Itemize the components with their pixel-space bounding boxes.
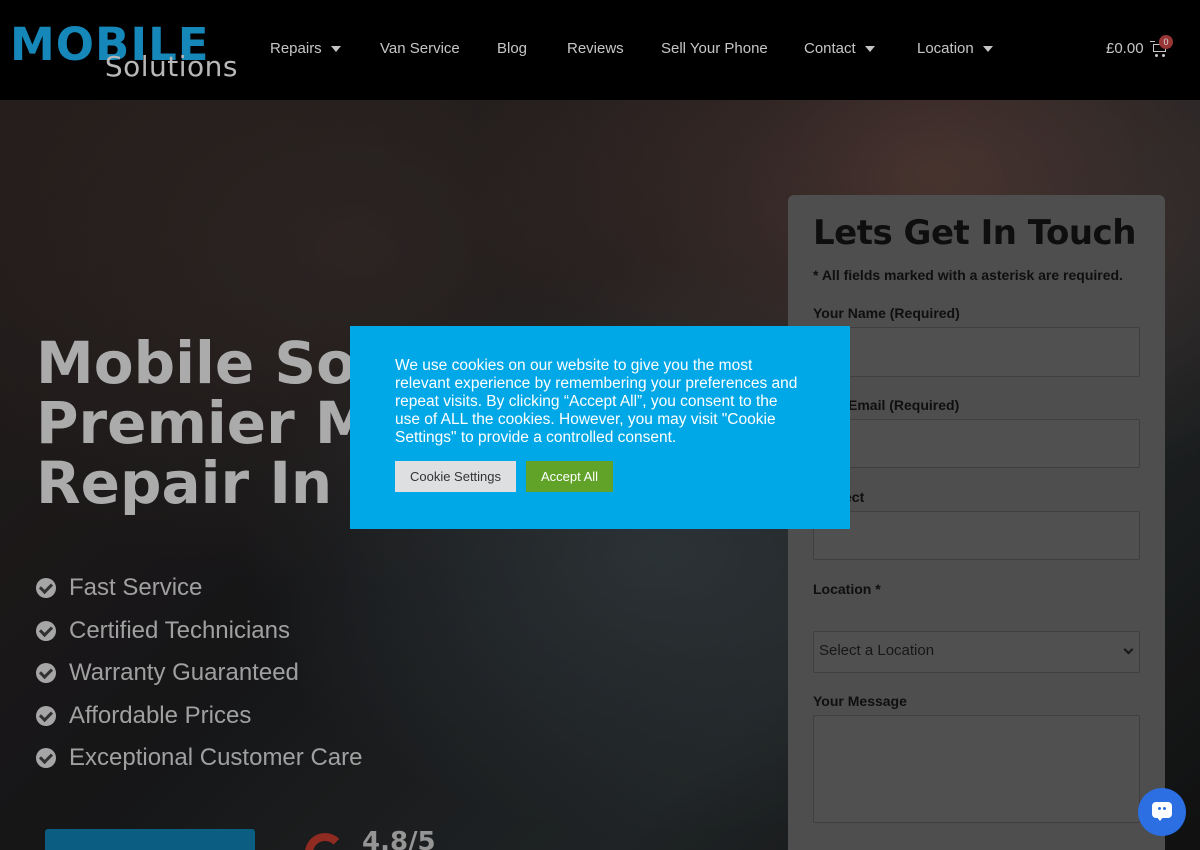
feature-item: Affordable Prices: [36, 700, 362, 743]
form-required-note: * All fields marked with a asterisk are …: [813, 267, 1123, 283]
cookie-text: We use cookies on our website to give yo…: [395, 357, 798, 446]
check-circle-icon: [36, 748, 56, 768]
feature-item: Certified Technicians: [36, 615, 362, 658]
cookie-settings-button[interactable]: Cookie Settings: [395, 461, 516, 492]
nav-label: Reviews: [567, 40, 624, 57]
nav-repairs[interactable]: Repairs: [270, 40, 341, 57]
feature-text: Exceptional Customer Care: [69, 744, 363, 771]
nav-van-service[interactable]: Van Service: [380, 40, 460, 57]
feature-text: Fast Service: [69, 574, 203, 601]
nav-label: Contact: [804, 40, 856, 57]
nav-label: Repairs: [270, 40, 322, 57]
feature-item: Fast Service: [36, 572, 362, 615]
nav-label: Van Service: [380, 40, 460, 57]
check-circle-icon: [36, 705, 56, 726]
location-select[interactable]: Select a Location: [813, 631, 1140, 673]
message-field[interactable]: [813, 715, 1140, 823]
nav-label: Location: [917, 40, 974, 57]
name-field[interactable]: [813, 327, 1140, 377]
feature-list: Fast Service Certified Technicians Warra…: [36, 572, 362, 785]
nav-reviews[interactable]: Reviews: [567, 40, 624, 57]
nav-location[interactable]: Location: [917, 40, 993, 57]
cta-button[interactable]: [45, 829, 255, 850]
subject-field[interactable]: [813, 511, 1140, 560]
nav-blog[interactable]: Blog: [497, 40, 527, 57]
form-title: Lets Get In Touch: [813, 213, 1136, 253]
feature-text: Warranty Guaranteed: [69, 659, 299, 686]
location-label: Location *: [813, 581, 881, 597]
email-label: Email (Required): [848, 397, 960, 413]
nav-label: Sell Your Phone: [661, 40, 768, 57]
feature-item: Exceptional Customer Care: [36, 742, 362, 785]
site-header: MOBILE Solutions Repairs Van Service Blo…: [0, 0, 1200, 100]
google-rating: 4.8/5: [362, 827, 436, 850]
logo-subtitle: Solutions: [104, 50, 238, 83]
check-circle-icon: [36, 620, 56, 641]
chat-widget-button[interactable]: [1138, 788, 1186, 836]
check-circle-icon: [36, 663, 56, 683]
chevron-down-icon: [864, 45, 875, 52]
email-field[interactable]: [813, 419, 1140, 468]
feature-text: Certified Technicians: [69, 616, 291, 644]
cart-total: £0.00: [1106, 40, 1144, 57]
feature-item: Warranty Guaranteed: [36, 657, 362, 700]
check-circle-icon: [36, 578, 56, 598]
nav-label: Blog: [497, 40, 528, 57]
chat-icon: [1152, 802, 1172, 821]
chevron-down-icon: [330, 45, 341, 52]
chevron-down-icon: [1123, 644, 1134, 655]
name-label: Your Name (Required): [813, 305, 960, 321]
cart-count-badge: 0: [1159, 35, 1173, 49]
google-icon: [305, 833, 345, 850]
accept-all-button[interactable]: Accept All: [526, 461, 613, 492]
message-label: Your Message: [813, 693, 907, 709]
chevron-down-icon: [982, 45, 993, 52]
location-select-value: Select a Location: [819, 642, 935, 659]
nav-contact[interactable]: Contact: [804, 40, 875, 57]
logo[interactable]: MOBILE Solutions: [8, 18, 238, 84]
cookie-banner: We use cookies on our website to give yo…: [350, 326, 850, 529]
nav-sell-your-phone[interactable]: Sell Your Phone: [661, 40, 768, 57]
feature-text: Affordable Prices: [69, 701, 252, 729]
